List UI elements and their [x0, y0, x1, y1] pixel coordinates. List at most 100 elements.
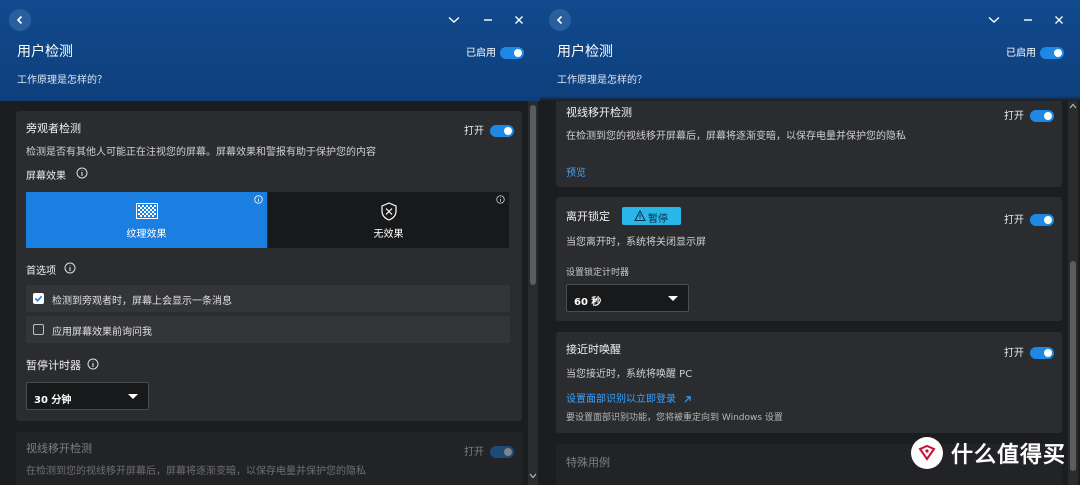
- external-link-icon: [684, 395, 691, 403]
- page-title: 用户检测: [557, 44, 613, 60]
- paused-badge-label: 暂停: [648, 214, 668, 225]
- checkbox-checked[interactable]: [33, 293, 44, 304]
- close-button[interactable]: [1050, 11, 1068, 29]
- face-recognition-note: 要设置面部识别功能，您将被重定向到 Windows 设置: [566, 413, 783, 423]
- wake-on-approach-card: 接近时唤醒 打开 当您接近时，系统将唤醒 PC 设置面部识别以立即登录 要设置面…: [556, 332, 1062, 433]
- chevron-down-icon: [448, 16, 460, 23]
- info-icon[interactable]: [87, 358, 99, 370]
- away-lock-toggle-label: 打开: [1004, 215, 1024, 226]
- pause-timer-dropdown[interactable]: 30 分钟: [26, 382, 149, 410]
- close-icon: [1055, 16, 1063, 24]
- gaze-title: 视线移开检测: [566, 106, 632, 119]
- wake-description: 当您接近时，系统将唤醒 PC: [566, 369, 693, 380]
- checkbox-unchecked[interactable]: [33, 324, 44, 335]
- onlooker-toggle[interactable]: [490, 122, 514, 141]
- effect-option-label: 纹理效果: [126, 229, 167, 240]
- away-lock-title: 离开锁定: [566, 210, 610, 223]
- lock-timer-dropdown[interactable]: 60 秒: [566, 284, 689, 312]
- preference-label: 检测到旁观者时，屏幕上会显示一条消息: [52, 296, 232, 307]
- scroll-down-icon[interactable]: [529, 473, 537, 479]
- collapse-button[interactable]: [445, 11, 463, 29]
- dropdown-arrow-icon: [128, 394, 138, 399]
- chevron-left-icon: [16, 15, 23, 25]
- minimize-button[interactable]: [479, 11, 497, 29]
- dropdown-arrow-icon: [668, 296, 678, 301]
- dropdown-value: 60 秒: [574, 297, 602, 308]
- back-button[interactable]: [9, 9, 31, 31]
- scrollbar-thumb[interactable]: [530, 105, 536, 285]
- away-lock-toggle[interactable]: [1030, 211, 1054, 230]
- wake-toggle-label: 打开: [1004, 348, 1024, 359]
- gaze-toggle-label: 打开: [1004, 111, 1024, 122]
- how-it-works-link[interactable]: 工作原理是怎样的？: [17, 71, 107, 86]
- effect-option-none[interactable]: 无效果: [268, 192, 509, 248]
- texture-icon: [136, 203, 158, 219]
- info-icon[interactable]: [64, 262, 76, 274]
- left-window: 用户检测 工作原理是怎样的？ 已启用 旁观者检测 打开 检测是否有其他人可能正在…: [0, 0, 540, 485]
- gaze-toggle-label: 打开: [464, 447, 484, 458]
- header-edge: [540, 96, 1080, 101]
- pause-timer-label: 暂停计时器: [26, 359, 81, 372]
- scrollbar[interactable]: [1068, 101, 1078, 485]
- gaze-toggle[interactable]: [1030, 107, 1054, 126]
- preferences-label: 首选项: [26, 266, 56, 277]
- enabled-label: 已启用: [1006, 48, 1036, 59]
- info-icon[interactable]: [254, 195, 263, 204]
- minimize-button[interactable]: [1019, 11, 1037, 29]
- chevron-left-icon: [556, 15, 563, 25]
- watermark-logo-icon: [910, 437, 943, 469]
- close-button[interactable]: [510, 11, 528, 29]
- user-detection-toggle[interactable]: [500, 44, 524, 63]
- info-icon[interactable]: [496, 195, 505, 204]
- away-lock-card: 离开锁定 暂停 打开 当您离开时，系统将关闭显示屏 设置锁定计时器 60 秒: [556, 197, 1062, 321]
- enabled-label: 已启用: [466, 48, 496, 59]
- right-window: 用户检测 工作原理是怎样的？ 已启用 视线移开检测 打开 在检测到您的视线移开屏…: [540, 0, 1080, 485]
- close-icon: [515, 16, 523, 24]
- chevron-down-icon: [988, 16, 1000, 23]
- gaze-detection-card-preview: 视线移开检测 打开 在检测到您的视线移开屏幕后，屏幕将逐渐变暗，以保存电量并保护…: [16, 432, 522, 485]
- paused-badge[interactable]: 暂停: [622, 207, 681, 225]
- effect-option-label: 无效果: [373, 229, 404, 240]
- how-it-works-link[interactable]: 工作原理是怎样的？: [557, 71, 647, 86]
- back-button[interactable]: [549, 9, 571, 31]
- header: 用户检测 工作原理是怎样的？ 已启用: [540, 0, 1080, 101]
- onlooker-description: 检测是否有其他人可能正在注视您的屏幕。屏幕效果和警报有助于保护您的内容: [26, 147, 376, 158]
- away-lock-description: 当您离开时，系统将关闭显示屏: [566, 237, 706, 248]
- wake-toggle[interactable]: [1030, 344, 1054, 363]
- special-cases-title: 特殊用例: [566, 456, 610, 469]
- minimize-icon: [484, 19, 492, 21]
- onlooker-title: 旁观者检测: [26, 122, 81, 135]
- scrollbar[interactable]: [528, 101, 538, 485]
- preview-link[interactable]: 预览: [566, 164, 586, 179]
- gaze-description: 在检测到您的视线移开屏幕后，屏幕将逐渐变暗，以保存电量并保护您的隐私: [26, 466, 366, 477]
- gaze-toggle[interactable]: [490, 443, 514, 462]
- gaze-detection-card: 视线移开检测 打开 在检测到您的视线移开屏幕后，屏幕将逐渐变暗，以保存电量并保护…: [556, 96, 1062, 187]
- header: 用户检测 工作原理是怎样的？ 已启用: [0, 0, 540, 101]
- screen-effect-label: 屏幕效果: [26, 171, 66, 182]
- lock-warning-icon: [634, 210, 646, 221]
- watermark-text: 什么值得买: [950, 443, 1066, 468]
- lock-timer-label: 设置锁定计时器: [566, 268, 630, 278]
- gaze-description: 在检测到您的视线移开屏幕后，屏幕将逐渐变暗，以保存电量并保护您的隐私: [566, 131, 906, 142]
- checkmark-icon: [34, 295, 43, 302]
- preference-row[interactable]: 应用屏幕效果前询问我: [26, 316, 510, 343]
- onlooker-detection-card: 旁观者检测 打开 检测是否有其他人可能正在注视您的屏幕。屏幕效果和警报有助于保护…: [16, 111, 522, 421]
- face-recognition-link[interactable]: 设置面部识别以立即登录: [566, 390, 692, 405]
- info-icon[interactable]: [76, 167, 88, 179]
- preference-label: 应用屏幕效果前询问我: [52, 327, 152, 338]
- watermark: 什么值得买: [910, 437, 1066, 469]
- onlooker-toggle-label: 打开: [464, 126, 484, 137]
- scrollbar-thumb[interactable]: [1070, 261, 1076, 471]
- shield-off-icon: [381, 202, 397, 221]
- minimize-icon: [1024, 19, 1032, 21]
- wake-title: 接近时唤醒: [566, 343, 621, 356]
- page-title: 用户检测: [17, 44, 73, 60]
- effect-option-texture[interactable]: 纹理效果: [26, 192, 267, 248]
- scroll-up-icon[interactable]: [1069, 103, 1077, 109]
- dropdown-value: 30 分钟: [34, 395, 72, 406]
- gaze-title: 视线移开检测: [26, 442, 92, 455]
- user-detection-toggle[interactable]: [1040, 44, 1064, 63]
- preference-row[interactable]: 检测到旁观者时，屏幕上会显示一条消息: [26, 285, 510, 312]
- face-recognition-link-label: 设置面部识别以立即登录: [566, 394, 676, 405]
- collapse-button[interactable]: [985, 11, 1003, 29]
